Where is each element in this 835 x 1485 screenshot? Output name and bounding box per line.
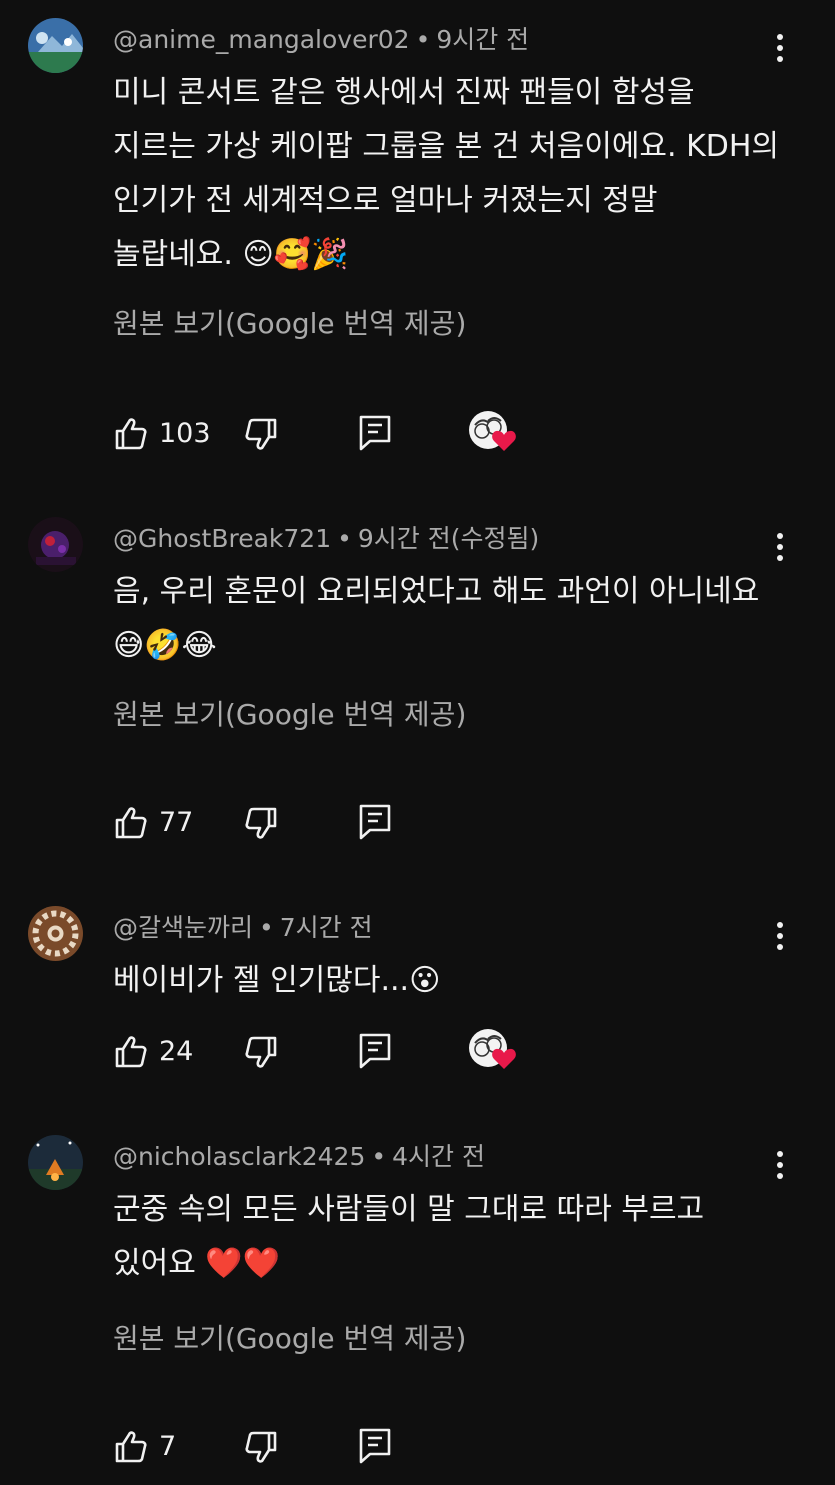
- comment-text: 음, 우리 혼문이 요리되었다고 해도 과언이 아니네요 😅🤣😂: [113, 574, 760, 663]
- like-count: 7: [159, 1431, 177, 1462]
- thumbs-down-icon: [245, 418, 277, 450]
- like-button[interactable]: [113, 1034, 149, 1070]
- action-bar: 24: [113, 1029, 533, 1076]
- see-original-link[interactable]: 원본 보기(Google 번역 제공): [113, 1317, 466, 1357]
- comment-text: 베이비가 젤 인기많다...😮: [113, 963, 441, 998]
- see-original-link[interactable]: 원본 보기(Google 번역 제공): [113, 302, 466, 342]
- comment-time: 9시간 전: [436, 25, 530, 54]
- thumbs-up-icon: [115, 807, 147, 839]
- comment-meta: @갈색눈까리 • 7시간 전: [113, 913, 373, 942]
- comment-item: @갈색눈까리 • 7시간 전 베이비가 젤 인기많다...😮 24: [0, 906, 835, 1086]
- author-name[interactable]: @갈색눈까리: [113, 913, 253, 942]
- like-count: 24: [159, 1036, 194, 1067]
- heart-icon: [492, 430, 516, 451]
- reply-icon: [359, 1033, 391, 1069]
- like-button[interactable]: [113, 1429, 149, 1465]
- dislike-button[interactable]: [243, 416, 279, 452]
- reply-button[interactable]: [358, 803, 394, 841]
- action-bar: 77: [113, 803, 533, 847]
- author-name[interactable]: @GhostBreak721: [113, 524, 331, 553]
- author-name[interactable]: @nicholasclark2425: [113, 1142, 365, 1171]
- comment-text: 군중 속의 모든 사람들이 말 그대로 따라 부르고 있어요 ❤️❤️: [113, 1192, 705, 1281]
- thumbs-up-icon: [115, 1431, 147, 1463]
- action-bar: 7: [113, 1427, 533, 1471]
- thumbs-down-icon: [245, 1036, 277, 1068]
- like-count: 103: [159, 418, 211, 449]
- thumbs-down-icon: [245, 807, 277, 839]
- like-count: 77: [159, 807, 194, 838]
- dislike-button[interactable]: [243, 1034, 279, 1070]
- comment-time: 4시간 전: [392, 1142, 485, 1171]
- comment-meta: @nicholasclark2425 • 4시간 전: [113, 1142, 485, 1171]
- like-button[interactable]: [113, 416, 149, 452]
- like-button[interactable]: [113, 805, 149, 841]
- comment-item: @GhostBreak721 • 9시간 전(수정됨) 음, 우리 혼문이 요리되었…: [0, 517, 835, 877]
- thumbs-down-icon: [245, 1431, 277, 1463]
- avatar[interactable]: [28, 1135, 83, 1190]
- comment-text: 미니 콘서트 같은 행사에서 진짜 팬들이 함성을 지르는 가상 케이팝 그룹을…: [113, 75, 780, 272]
- creator-heart-badge: [469, 411, 521, 457]
- dislike-button[interactable]: [243, 1429, 279, 1465]
- comment-item: @nicholasclark2425 • 4시간 전 군중 속의 모든 사람들이 말…: [0, 1135, 835, 1475]
- dislike-button[interactable]: [243, 805, 279, 841]
- reply-button[interactable]: [358, 1427, 394, 1465]
- comment-item: @anime_mangalover02 • 9시간 전 미니 콘서트 같은 행사에서…: [0, 18, 835, 478]
- action-bar: 103: [113, 411, 533, 458]
- reply-icon: [359, 415, 391, 451]
- reply-icon: [359, 1428, 391, 1464]
- thumbs-up-icon: [115, 1036, 147, 1068]
- heart-icon: [492, 1048, 516, 1069]
- reply-icon: [359, 804, 391, 840]
- comment-meta: @anime_mangalover02 • 9시간 전: [113, 25, 530, 54]
- avatar[interactable]: [28, 18, 83, 73]
- creator-heart-badge: [469, 1029, 521, 1075]
- thumbs-up-icon: [115, 418, 147, 450]
- comment-time: 9시간 전(수정됨): [357, 524, 540, 553]
- comment-meta: @GhostBreak721 • 9시간 전(수정됨): [113, 524, 540, 553]
- comment-time: 7시간 전: [279, 913, 373, 942]
- avatar[interactable]: [28, 906, 83, 961]
- reply-button[interactable]: [358, 414, 394, 452]
- author-name[interactable]: @anime_mangalover02: [113, 25, 410, 54]
- reply-button[interactable]: [358, 1032, 394, 1070]
- avatar[interactable]: [28, 517, 83, 572]
- see-original-link[interactable]: 원본 보기(Google 번역 제공): [113, 693, 466, 733]
